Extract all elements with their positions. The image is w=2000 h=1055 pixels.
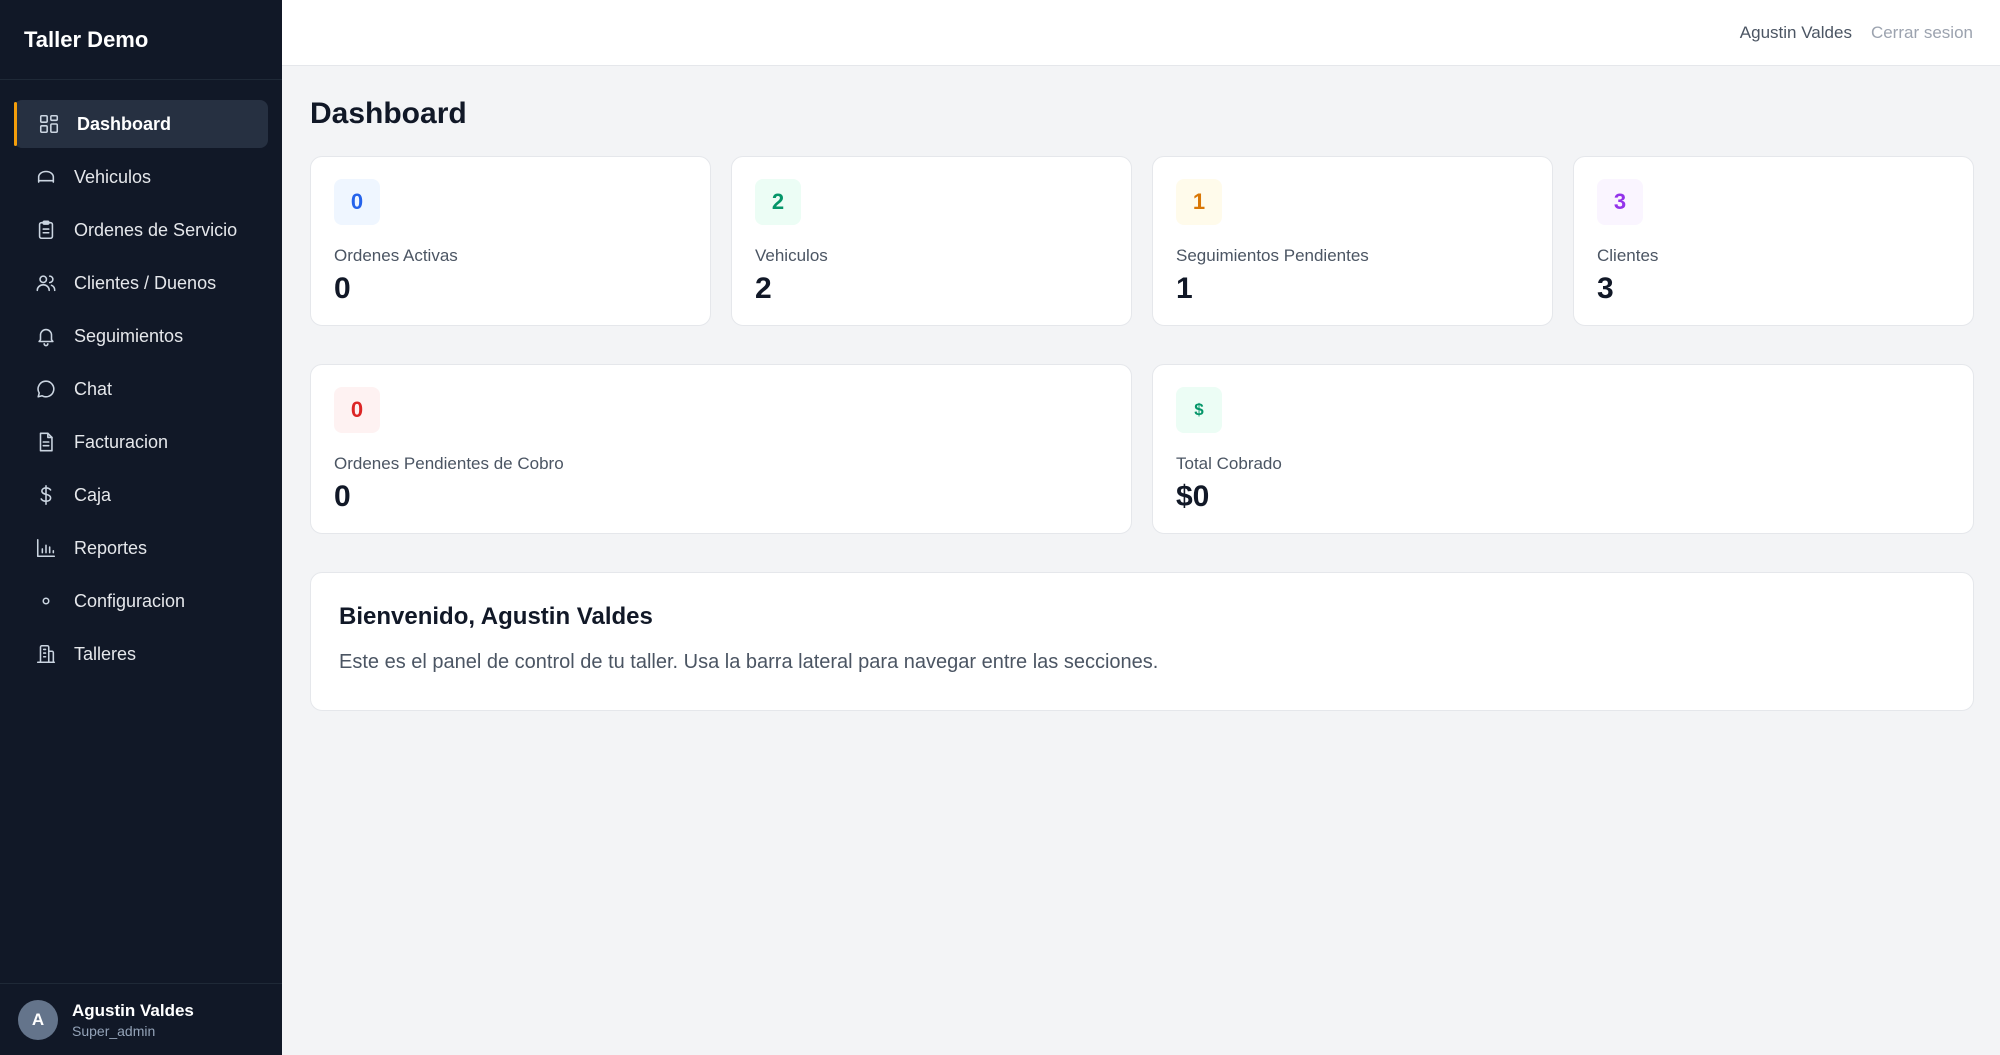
stat-value: 3 — [1597, 272, 1614, 305]
stats-row: 0 Ordenes Activas 0 2 Vehiculos 2 1 Segu… — [310, 156, 1974, 326]
sidebar-item-label: Dashboard — [77, 113, 172, 134]
welcome-card: Bienvenido, Agustin Valdes Este es el pa… — [310, 572, 1974, 711]
avatar: A — [18, 999, 58, 1040]
stat-card-vehiculos: 2 Vehiculos 2 — [731, 156, 1132, 326]
topbar-user-name: Agustin Valdes — [1739, 22, 1852, 42]
sidebar-item-facturacion[interactable]: Facturacion — [14, 418, 268, 466]
stat-label: Ordenes Pendientes de Cobro — [334, 454, 564, 473]
gear-icon — [34, 589, 58, 613]
sidebar: Taller Demo Dashboard Vehiculos Ordenes … — [0, 0, 282, 1055]
sidebar-item-vehiculos[interactable]: Vehiculos — [14, 153, 268, 201]
dashboard-icon — [37, 112, 61, 136]
topbar: Agustin Valdes Cerrar sesion — [282, 0, 2000, 66]
clipboard-icon — [34, 218, 58, 242]
stat-label: Clientes — [1597, 246, 1659, 265]
stat-card-seguimientos: 1 Seguimientos Pendientes 1 — [1152, 156, 1553, 326]
sidebar-item-label: Ordenes de Servicio — [74, 219, 238, 240]
sidebar-nav: Dashboard Vehiculos Ordenes de Servicio … — [0, 80, 282, 678]
sidebar-item-ordenes[interactable]: Ordenes de Servicio — [14, 206, 268, 254]
sidebar-item-label: Facturacion — [74, 431, 169, 452]
sidebar-item-label: Chat — [74, 378, 113, 399]
sidebar-item-dashboard[interactable]: Dashboard — [14, 100, 268, 148]
stat-label: Seguimientos Pendientes — [1176, 246, 1369, 265]
chat-icon — [34, 377, 58, 401]
sidebar-item-label: Seguimientos — [74, 325, 184, 346]
sidebar-item-label: Caja — [74, 484, 112, 505]
stat-card-pendientes-cobro: 0 Ordenes Pendientes de Cobro 0 — [310, 364, 1132, 534]
stat-badge: 2 — [755, 179, 801, 225]
sidebar-item-label: Reportes — [74, 537, 148, 558]
stat-label: Total Cobrado — [1176, 454, 1282, 473]
sidebar-item-talleres[interactable]: Talleres — [14, 630, 268, 678]
dollar-icon — [34, 483, 58, 507]
welcome-title: Bienvenido, Agustin Valdes — [339, 603, 653, 630]
sidebar-item-configuracion[interactable]: Configuracion — [14, 577, 268, 625]
stat-value: 2 — [755, 272, 772, 305]
stat-value: 1 — [1176, 272, 1193, 305]
users-icon — [34, 271, 58, 295]
sidebar-item-label: Talleres — [74, 643, 137, 664]
stat-badge: $ — [1176, 387, 1222, 433]
sidebar-item-reportes[interactable]: Reportes — [14, 524, 268, 572]
sidebar-item-caja[interactable]: Caja — [14, 471, 268, 519]
logout-link[interactable]: Cerrar sesion — [1871, 23, 1973, 43]
main-content: Dashboard 0 Ordenes Activas 0 2 Vehiculo… — [310, 66, 1974, 711]
stat-badge: 0 — [334, 387, 380, 433]
car-icon — [34, 165, 58, 189]
stat-value: 0 — [334, 480, 351, 513]
stat-card-ordenes-activas: 0 Ordenes Activas 0 — [310, 156, 711, 326]
stat-label: Vehiculos — [755, 246, 828, 265]
stat-badge: 1 — [1176, 179, 1222, 225]
brand-title: Taller Demo — [0, 0, 282, 80]
user-name: Agustin Valdes — [72, 1000, 194, 1020]
sidebar-item-seguimientos[interactable]: Seguimientos — [14, 312, 268, 360]
sidebar-item-chat[interactable]: Chat — [14, 365, 268, 413]
bell-icon — [34, 324, 58, 348]
sidebar-item-label: Clientes / Duenos — [74, 272, 217, 293]
welcome-text: Este es el panel de control de tu taller… — [339, 651, 1159, 673]
stat-value: 0 — [334, 272, 351, 305]
stat-card-total-cobrado: $ Total Cobrado $0 — [1152, 364, 1974, 534]
invoice-icon — [34, 430, 58, 454]
stat-badge: 3 — [1597, 179, 1643, 225]
sidebar-item-clientes[interactable]: Clientes / Duenos — [14, 259, 268, 307]
sidebar-user[interactable]: A Agustin Valdes Super_admin — [0, 983, 282, 1055]
stat-value: $0 — [1176, 480, 1210, 513]
user-role: Super_admin — [72, 1022, 156, 1039]
stat-label: Ordenes Activas — [334, 246, 458, 265]
building-icon — [34, 642, 58, 666]
page-title: Dashboard — [310, 97, 467, 130]
sidebar-item-label: Vehiculos — [74, 166, 152, 187]
sidebar-item-label: Configuracion — [74, 590, 186, 611]
stat-card-clientes: 3 Clientes 3 — [1573, 156, 1974, 326]
stat-badge: 0 — [334, 179, 380, 225]
bar-chart-icon — [34, 536, 58, 560]
stats-row-secondary: 0 Ordenes Pendientes de Cobro 0 $ Total … — [310, 364, 1974, 534]
